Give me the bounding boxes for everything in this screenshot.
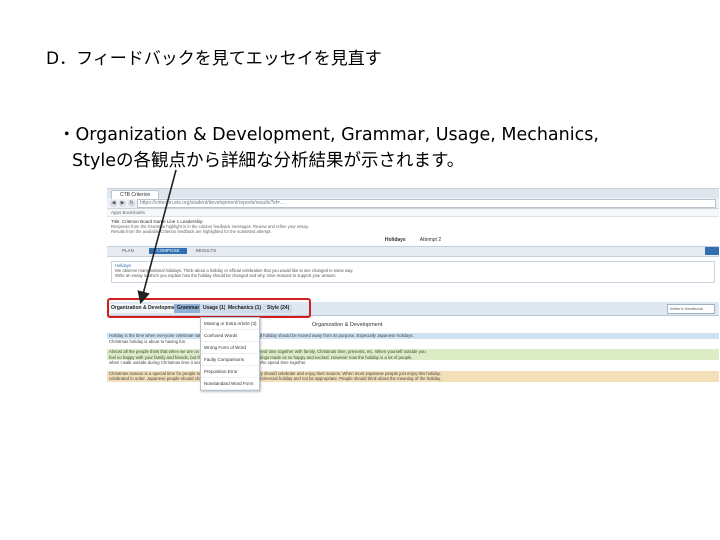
dropdown-item[interactable]: Wrong Form of Word [201,342,259,354]
usage-dropdown: Missing or Extra Article (3) Confused Wo… [200,317,260,391]
dropdown-item[interactable]: Nonstandard Word Form [201,378,259,390]
dropdown-item[interactable]: Confused Words [201,330,259,342]
dropdown-item[interactable]: Preposition Error [201,366,259,378]
pointer-arrow [137,169,177,305]
dropdown-item[interactable]: Faulty Comparisons [201,354,259,366]
dropdown-item[interactable]: Missing or Extra Article (3) [201,318,259,330]
